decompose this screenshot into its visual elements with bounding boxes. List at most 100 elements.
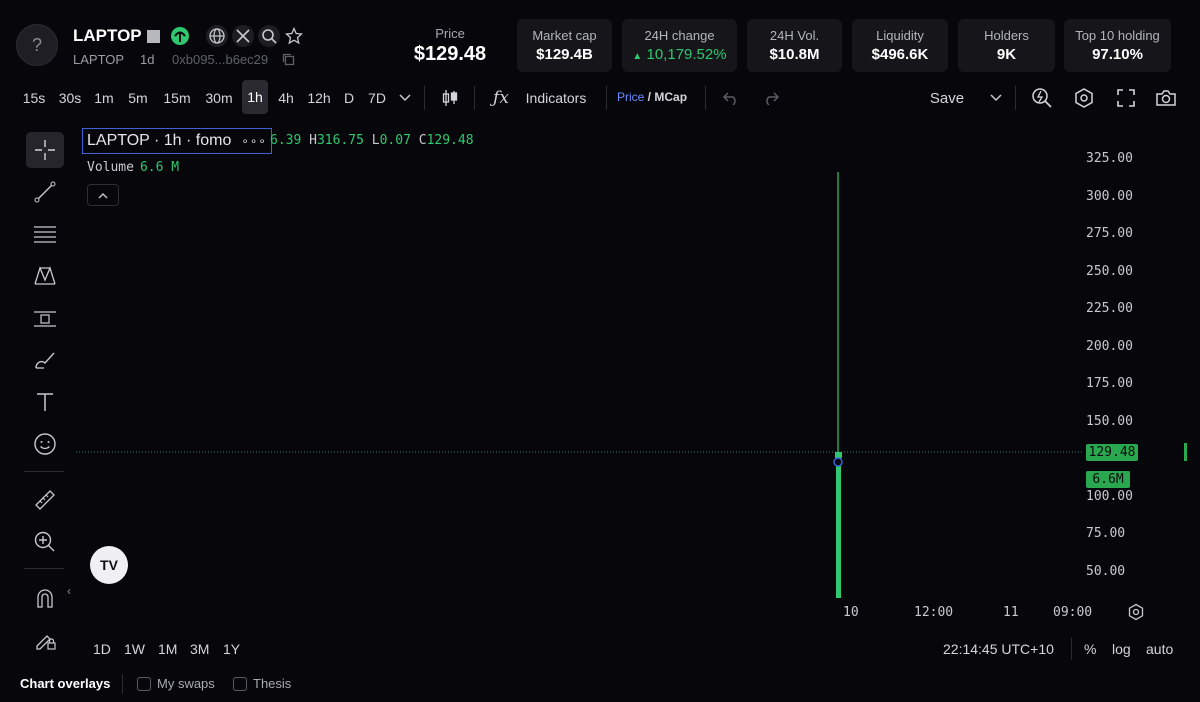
fib-retracement-tool-icon[interactable]	[26, 216, 64, 252]
copy-icon[interactable]	[282, 53, 295, 71]
emoji-tool-icon[interactable]	[26, 426, 64, 462]
tradingview-logo[interactable]: TV	[90, 546, 128, 584]
time-axis-tick: 09:00	[1053, 605, 1093, 620]
crosshair-tool-icon[interactable]	[26, 132, 64, 168]
interval-5m[interactable]: 5m	[124, 82, 152, 114]
stat-value: 9K	[996, 46, 1017, 63]
high-value: 316.75	[316, 133, 364, 148]
token-logo-glyph: ?	[31, 34, 42, 55]
stat-value: $496.6K	[871, 46, 929, 63]
stat-value: 10,179.52%	[646, 46, 727, 63]
toolbar-divider	[1015, 86, 1016, 110]
tools-divider	[24, 471, 64, 472]
interval-12h[interactable]: 12h	[304, 82, 334, 114]
interval-d[interactable]: D	[340, 82, 358, 114]
settings-hexagon-icon[interactable]	[1070, 82, 1098, 114]
thesis-label[interactable]: Thesis	[253, 676, 291, 691]
range-3m-button[interactable]: 3M	[190, 641, 209, 657]
interval-30m[interactable]: 30m	[202, 82, 236, 114]
star-icon[interactable]	[283, 25, 305, 47]
contract-address[interactable]: 0xb095...b6ec29	[172, 52, 268, 67]
chart-clock[interactable]: 22:14:45 UTC+10	[943, 641, 1054, 657]
text-tool-icon[interactable]	[26, 384, 64, 420]
interval-4h[interactable]: 4h	[274, 82, 298, 114]
token-name: LAPTOP	[73, 26, 142, 45]
percent-scale-toggle[interactable]: %	[1084, 641, 1096, 657]
my-swaps-label[interactable]: My swaps	[157, 676, 215, 691]
app-root: ? LAPTOP LAPTOP 1d 0xb095...b6ec29 Price…	[0, 0, 1200, 702]
stat-liquidity: Liquidity $496.6K	[852, 19, 948, 72]
stat-label: Liquidity	[876, 28, 924, 43]
x-twitter-icon[interactable]	[232, 25, 254, 47]
toolbar-divider	[705, 86, 706, 110]
trend-line-tool-icon[interactable]	[26, 174, 64, 210]
ruler-tool-icon[interactable]	[26, 482, 64, 518]
interval-15s[interactable]: 15s	[18, 82, 50, 114]
quick-search-icon[interactable]	[1028, 82, 1056, 114]
save-button[interactable]: Save	[924, 82, 970, 114]
price-axis-tick: 250.00	[1086, 264, 1133, 279]
camera-snapshot-icon[interactable]	[1152, 82, 1180, 114]
scroll-indicator[interactable]	[1184, 443, 1187, 461]
price-axis-tick: 225.00	[1086, 301, 1133, 316]
stat-value: $129.4B	[536, 46, 593, 63]
chart-canvas[interactable]	[76, 128, 1084, 598]
zoom-in-tool-icon[interactable]	[26, 524, 64, 560]
stat-24h-change: 24H change ▲ 10,179.52%	[622, 19, 737, 72]
high-key: H	[309, 133, 317, 148]
thesis-checkbox[interactable]	[233, 677, 247, 691]
interval-15m[interactable]: 15m	[160, 82, 194, 114]
undo-icon[interactable]	[718, 82, 744, 114]
stat-label: Top 10 holding	[1075, 28, 1160, 43]
interval-1m[interactable]: 1m	[90, 82, 118, 114]
stat-market-cap: Market cap $129.4B	[517, 19, 612, 72]
axis-settings-gear-icon[interactable]	[1127, 603, 1145, 626]
crosshair-marker	[833, 457, 843, 467]
range-1w-button[interactable]: 1W	[124, 641, 145, 657]
time-axis-tick: 10	[843, 605, 859, 620]
chart-overlays-title: Chart overlays	[20, 676, 111, 691]
interval-1h[interactable]: 1h	[242, 80, 268, 114]
collapse-toolbar-chevron-icon[interactable]: ‹	[67, 584, 71, 598]
fullscreen-icon[interactable]	[1112, 82, 1140, 114]
mcap-toggle-option[interactable]: MCap	[654, 90, 687, 104]
function-fx-icon[interactable]: ƒx	[490, 82, 512, 114]
lock-drawing-tool-icon[interactable]	[26, 622, 64, 658]
stop-square-icon[interactable]	[144, 25, 162, 47]
close-value: 129.48	[426, 133, 474, 148]
price-axis-tick: 325.00	[1086, 151, 1133, 166]
log-scale-toggle[interactable]: log	[1112, 641, 1131, 657]
stat-label: 24H Vol.	[769, 28, 820, 43]
auto-scale-toggle[interactable]: auto	[1146, 641, 1173, 657]
collapse-legend-chevron-up-icon[interactable]	[87, 184, 119, 206]
launchpad-icon[interactable]	[169, 25, 191, 47]
interval-7d[interactable]: 7D	[364, 82, 390, 114]
magnet-tool-icon[interactable]	[26, 580, 64, 616]
price-toggle-option[interactable]: Price	[617, 90, 644, 104]
my-swaps-checkbox[interactable]	[137, 677, 151, 691]
volume-bar	[836, 454, 841, 598]
range-1m-button[interactable]: 1M	[158, 641, 177, 657]
candlestick-icon[interactable]	[436, 82, 464, 114]
globe-icon[interactable]	[206, 25, 228, 47]
price-mcap-toggle[interactable]: Price / MCap	[617, 90, 687, 104]
interval-dropdown-chevron-icon[interactable]	[396, 82, 414, 114]
redo-icon[interactable]	[758, 82, 784, 114]
chart-legend-title[interactable]: LAPTOP · 1h · fomo ∘∘∘	[82, 128, 272, 154]
save-dropdown-chevron-icon[interactable]	[986, 82, 1006, 114]
low-value: 0.07	[379, 133, 411, 148]
pattern-tool-icon[interactable]	[26, 258, 64, 294]
volume-tag: 6.6M	[1086, 471, 1130, 488]
close-key: C	[418, 133, 427, 148]
search-icon[interactable]	[258, 25, 280, 47]
position-tool-icon[interactable]	[26, 300, 64, 336]
range-1d-button[interactable]: 1D	[93, 641, 111, 657]
indicators-button[interactable]: Indicators	[518, 82, 594, 114]
brush-tool-icon[interactable]	[26, 342, 64, 378]
range-1y-button[interactable]: 1Y	[223, 641, 240, 657]
stat-value-row: ▲ 10,179.52%	[622, 46, 737, 63]
ohlc-values: 6.39 H316.75 L0.07 C129.48	[270, 133, 474, 148]
volume-label: Volume	[87, 160, 134, 175]
interval-30s[interactable]: 30s	[54, 82, 86, 114]
more-options-icon[interactable]: ∘∘∘	[241, 134, 267, 148]
